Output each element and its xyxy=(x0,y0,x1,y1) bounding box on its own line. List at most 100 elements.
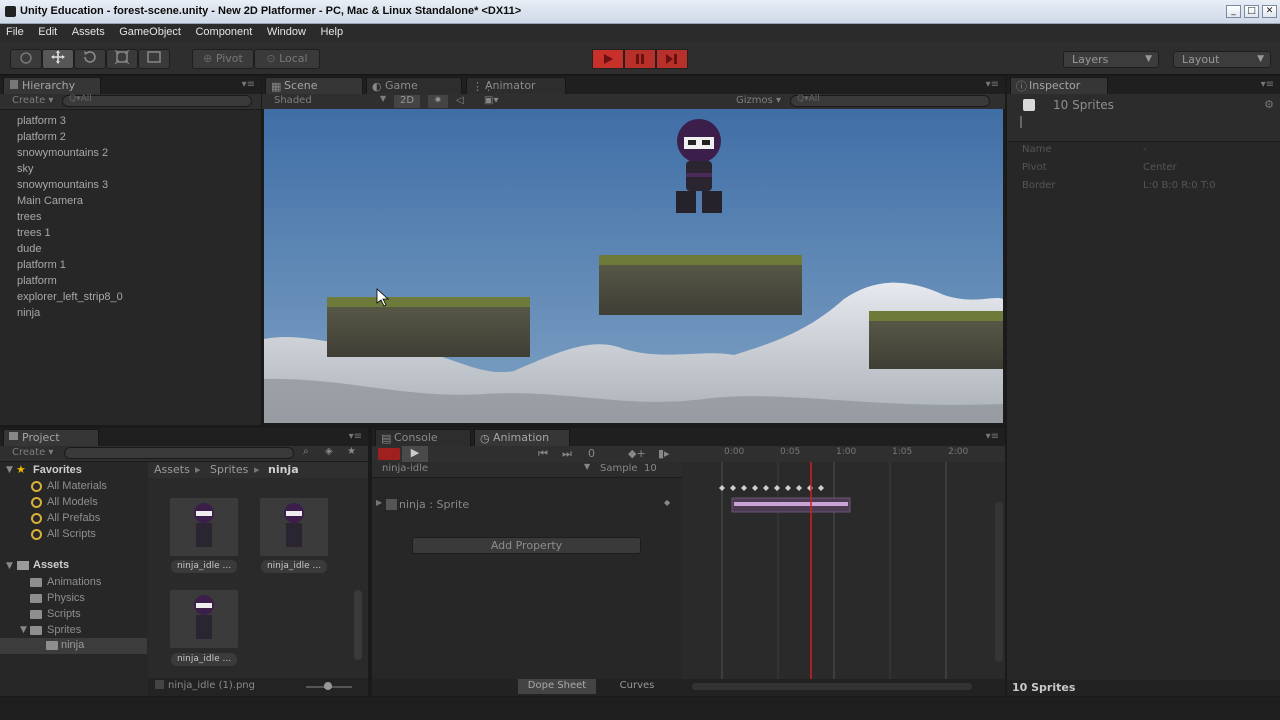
curves-tab[interactable]: Curves xyxy=(598,679,676,694)
record-button[interactable] xyxy=(378,448,400,460)
rect-tool-button[interactable] xyxy=(138,49,170,69)
hierarchy-item[interactable]: platform 1 xyxy=(17,259,66,271)
tab-animator[interactable]: ⋮⋮ Animator xyxy=(466,77,566,94)
play-button[interactable] xyxy=(592,49,624,69)
breadcrumb-item[interactable]: Assets xyxy=(154,463,190,476)
layout-dropdown[interactable]: Layout ▼ xyxy=(1173,51,1271,68)
property-row[interactable]: ▶ ninja : Sprite ◆ xyxy=(372,497,682,513)
previous-keyframe-icon[interactable]: ⏮ xyxy=(538,447,548,461)
field-border-value[interactable]: L:0 B:0 R:0 T:0 xyxy=(1143,180,1216,191)
platform-right[interactable] xyxy=(869,311,1003,369)
hierarchy-item[interactable]: snowymountains 2 xyxy=(17,147,108,159)
play-animation-button[interactable]: ▶ xyxy=(402,446,428,462)
tab-animation[interactable]: ◷ Animation xyxy=(474,429,570,446)
menu-assets[interactable]: Assets xyxy=(66,24,110,38)
asset-thumbnail[interactable] xyxy=(170,498,238,556)
tab-inspector[interactable]: ⓘ Inspector xyxy=(1010,77,1108,94)
slider-handle[interactable] xyxy=(324,682,332,690)
folder-item[interactable]: Physics xyxy=(47,592,85,604)
folder-item[interactable]: Sprites xyxy=(47,624,81,636)
dope-sheet[interactable] xyxy=(682,462,1005,679)
menu-gameobject[interactable]: GameObject xyxy=(113,24,186,38)
project-create-button[interactable]: Create ▾ xyxy=(12,447,53,458)
hierarchy-item[interactable]: sky xyxy=(17,163,34,175)
project-scrollbar[interactable] xyxy=(354,590,362,660)
hierarchy-item[interactable]: platform 3 xyxy=(17,115,66,127)
2d-toggle[interactable]: 2D xyxy=(394,95,420,108)
timeline-ruler[interactable]: 0:00 0:05 1:00 1:05 2:00 xyxy=(682,446,1005,462)
layers-dropdown[interactable]: Layers ▼ xyxy=(1063,51,1159,68)
menu-window[interactable]: Window xyxy=(261,24,311,38)
favorite-item[interactable]: All Materials xyxy=(47,480,107,492)
favorites-header[interactable]: Favorites xyxy=(33,464,82,476)
star-filter-icon[interactable]: ★ xyxy=(347,446,356,457)
hierarchy-item[interactable]: Main Camera xyxy=(17,195,83,207)
filter-type-icon[interactable]: ⌕ xyxy=(303,446,309,457)
breadcrumb-item[interactable]: Sprites xyxy=(210,463,248,476)
menu-file[interactable]: File xyxy=(0,24,29,38)
minimize-button[interactable]: _ xyxy=(1226,5,1241,18)
project-search-input[interactable] xyxy=(64,447,294,459)
tab-project[interactable]: Project xyxy=(3,429,99,446)
asset-thumbnail[interactable] xyxy=(260,498,328,556)
chevron-down-icon[interactable]: ▼ xyxy=(20,625,27,635)
gear-icon[interactable]: ⚙ xyxy=(1264,98,1274,111)
chevron-down-icon[interactable]: ▼ xyxy=(6,561,13,571)
asset-label[interactable]: ninja_idle ... xyxy=(261,560,327,573)
frame-field[interactable]: 0 xyxy=(588,447,595,460)
hierarchy-create-button[interactable]: Create ▾ xyxy=(12,95,53,106)
folder-item[interactable]: Animations xyxy=(47,576,101,588)
scene-canvas[interactable] xyxy=(264,109,1003,423)
assets-header[interactable]: Assets xyxy=(33,559,69,571)
clip-dropdown[interactable]: ninja-idle xyxy=(382,463,428,474)
next-keyframe-icon[interactable]: ⏭ xyxy=(562,447,572,461)
tab-hierarchy[interactable]: Hierarchy xyxy=(3,77,101,94)
shaded-dropdown[interactable]: Shaded xyxy=(274,95,312,106)
effects-toggle-icon[interactable]: ▣▾ xyxy=(484,95,498,106)
hand-tool-button[interactable] xyxy=(10,49,42,69)
panel-menu-icon[interactable]: ▾≡ xyxy=(986,79,999,90)
move-tool-button[interactable] xyxy=(42,49,74,69)
asset-label[interactable]: ninja_idle ... xyxy=(171,560,237,573)
asset-thumbnail[interactable] xyxy=(170,590,238,648)
filter-label-icon[interactable]: ◈ xyxy=(325,446,333,457)
tab-scene[interactable]: ▦ Scene xyxy=(265,77,363,94)
gizmos-dropdown[interactable]: Gizmos ▾ xyxy=(736,95,781,106)
hierarchy-item[interactable]: snowymountains 3 xyxy=(17,179,108,191)
hierarchy-item[interactable]: platform xyxy=(17,275,57,287)
rotate-tool-button[interactable] xyxy=(74,49,106,69)
field-pivot-value[interactable]: Center xyxy=(1143,162,1177,173)
platform-middle[interactable] xyxy=(599,255,802,315)
menu-component[interactable]: Component xyxy=(189,24,257,38)
pause-button[interactable] xyxy=(624,49,656,69)
field-name-value[interactable]: - xyxy=(1143,144,1147,155)
favorite-item[interactable]: All Prefabs xyxy=(47,512,100,524)
asset-label[interactable]: ninja_idle ... xyxy=(171,653,237,666)
menu-edit[interactable]: Edit xyxy=(32,24,62,38)
panel-menu-icon[interactable]: ▾≡ xyxy=(986,431,999,442)
audio-toggle-icon[interactable]: ◁ xyxy=(456,95,464,106)
keyframe-property-row[interactable] xyxy=(734,502,848,506)
timeline-scrollbar-vertical[interactable] xyxy=(995,502,1003,662)
chevron-down-icon[interactable]: ▼ xyxy=(6,465,13,475)
local-toggle[interactable]: ⊙ Local xyxy=(254,49,320,69)
hierarchy-item[interactable]: explorer_left_strip8_0 xyxy=(17,291,123,303)
close-button[interactable]: ✕ xyxy=(1262,5,1277,18)
maximize-button[interactable]: □ xyxy=(1244,5,1259,18)
lighting-toggle-icon[interactable]: ✷ xyxy=(428,95,448,108)
timeline-scrollbar-horizontal[interactable] xyxy=(692,683,972,690)
timeline-area[interactable]: 0:00 0:05 1:00 1:05 2:00 xyxy=(682,446,1005,679)
selected-folder-row[interactable]: ninja xyxy=(0,638,147,654)
hierarchy-item[interactable]: dude xyxy=(17,243,41,255)
folder-item[interactable]: Scripts xyxy=(47,608,81,620)
step-button[interactable] xyxy=(656,49,688,69)
hierarchy-item[interactable]: platform 2 xyxy=(17,131,66,143)
keyframe-diamond-icon[interactable]: ◆ xyxy=(664,498,670,507)
add-keyframe-icon[interactable]: ◆+ xyxy=(628,447,646,460)
scene-viewport[interactable] xyxy=(264,109,1003,423)
tab-console[interactable]: ▤ Console xyxy=(375,429,471,446)
hierarchy-search-input[interactable]: Q▾All xyxy=(62,94,252,107)
hierarchy-item[interactable]: trees xyxy=(17,211,41,223)
add-property-button[interactable]: Add Property xyxy=(412,537,641,554)
panel-menu-icon[interactable]: ▾≡ xyxy=(242,79,255,90)
